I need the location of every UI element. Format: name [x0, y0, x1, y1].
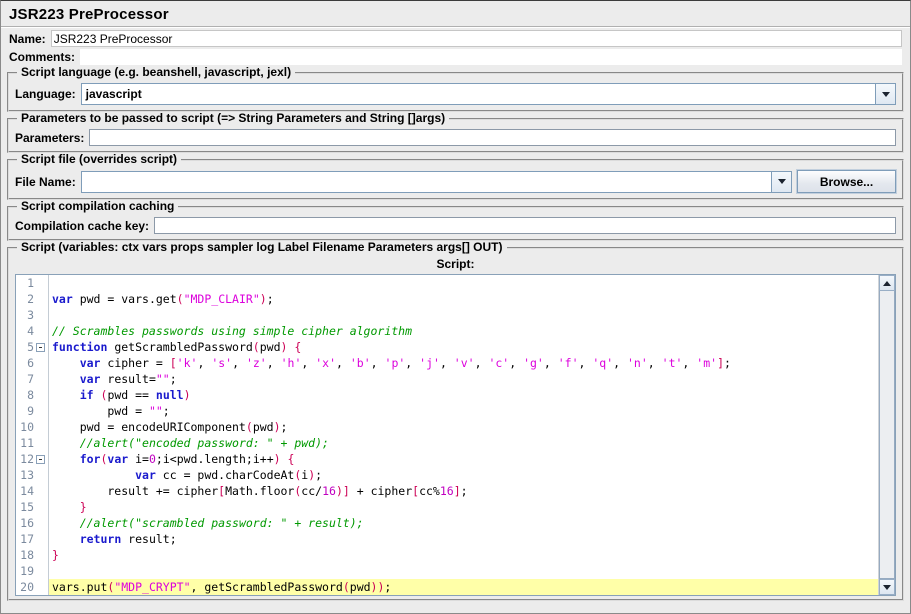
script-editor-label: Script: [12, 256, 899, 274]
script-language-group: Script language (e.g. beanshell, javascr… [7, 72, 904, 112]
code-line[interactable]: } [49, 499, 878, 515]
line-number: 5 [16, 339, 48, 355]
fold-collapse-icon[interactable] [36, 343, 45, 352]
scroll-up-button[interactable] [879, 275, 895, 291]
code-line[interactable]: // Scrambles passwords using simple ciph… [49, 323, 878, 339]
triangle-up-icon [883, 281, 891, 286]
line-number: 12 [16, 451, 48, 467]
code-line[interactable]: //alert("scrambled password: " + result)… [49, 515, 878, 531]
cache-key-label: Compilation cache key: [15, 219, 149, 233]
file-name-combobox[interactable] [81, 171, 792, 193]
chevron-down-icon [882, 92, 890, 97]
chevron-down-icon [778, 179, 786, 184]
code-line[interactable]: var cipher = ['k', 's', 'z', 'h', 'x', '… [49, 355, 878, 371]
script-file-group-title: Script file (overrides script) [17, 153, 181, 166]
language-label: Language: [15, 87, 76, 101]
comments-input[interactable] [80, 49, 902, 65]
line-number: 7 [16, 371, 48, 387]
code-line[interactable] [49, 307, 878, 323]
line-number: 10 [16, 419, 48, 435]
script-file-group: Script file (overrides script) File Name… [7, 159, 904, 200]
line-number: 6 [16, 355, 48, 371]
parameters-label: Parameters: [15, 131, 84, 145]
page-title: JSR223 PreProcessor [9, 6, 902, 23]
script-language-group-title: Script language (e.g. beanshell, javascr… [17, 66, 295, 79]
script-code-editor[interactable]: 1234567891011121314151617181920 var pwd … [15, 274, 896, 596]
code-line[interactable]: var cc = pwd.charCodeAt(i); [49, 467, 878, 483]
file-name-value [82, 172, 771, 192]
line-number: 4 [16, 323, 48, 339]
code-line[interactable]: function getScrambledPassword(pwd) { [49, 339, 878, 355]
scroll-down-button[interactable] [879, 579, 895, 595]
line-number-gutter: 1234567891011121314151617181920 [16, 275, 49, 595]
language-dropdown-button[interactable] [875, 84, 895, 104]
vertical-scrollbar[interactable] [878, 275, 895, 595]
fold-collapse-icon[interactable] [36, 455, 45, 464]
line-number: 11 [16, 435, 48, 451]
script-group: Script (variables: ctx vars props sample… [7, 247, 904, 601]
line-number: 16 [16, 515, 48, 531]
file-name-label: File Name: [15, 175, 76, 189]
code-line[interactable]: var result=""; [49, 371, 878, 387]
compilation-caching-group-title: Script compilation caching [17, 200, 178, 213]
script-group-title: Script (variables: ctx vars props sample… [17, 241, 507, 254]
code-line[interactable]: for(var i=0;i<pwd.length;i++) { [49, 451, 878, 467]
browse-button[interactable]: Browse... [797, 170, 896, 193]
line-number: 9 [16, 403, 48, 419]
line-number: 1 [16, 275, 48, 291]
name-row: Name: [1, 27, 910, 48]
line-number: 20 [16, 579, 48, 595]
line-number: 15 [16, 499, 48, 515]
code-line[interactable]: pwd = ""; [49, 403, 878, 419]
line-number: 2 [16, 291, 48, 307]
code-area[interactable]: var pwd = vars.get("MDP_CLAIR"); // Scram… [49, 275, 878, 595]
line-number: 18 [16, 547, 48, 563]
jsr223-preprocessor-panel: JSR223 PreProcessor Name: Comments: Scri… [0, 0, 911, 614]
code-line[interactable] [49, 275, 878, 291]
code-line[interactable]: vars.put("MDP_CRYPT", getScrambledPasswo… [49, 579, 878, 595]
file-name-dropdown-button[interactable] [771, 172, 791, 192]
language-selected-value: javascript [82, 84, 875, 104]
code-line[interactable]: } [49, 547, 878, 563]
code-line[interactable]: var pwd = vars.get("MDP_CLAIR"); [49, 291, 878, 307]
parameters-input[interactable] [89, 129, 896, 146]
code-line[interactable]: if (pwd == null) [49, 387, 878, 403]
code-line[interactable]: pwd = encodeURIComponent(pwd); [49, 419, 878, 435]
compilation-caching-group: Script compilation caching Compilation c… [7, 206, 904, 241]
scrollbar-thumb[interactable] [879, 291, 895, 579]
triangle-down-icon [883, 585, 891, 590]
code-line[interactable]: //alert("encoded password: " + pwd); [49, 435, 878, 451]
name-input[interactable] [51, 30, 902, 47]
code-line[interactable]: return result; [49, 531, 878, 547]
comments-label: Comments: [9, 50, 75, 64]
line-number: 8 [16, 387, 48, 403]
parameters-group: Parameters to be passed to script (=> St… [7, 118, 904, 153]
line-number: 17 [16, 531, 48, 547]
line-number: 3 [16, 307, 48, 323]
line-number: 14 [16, 483, 48, 499]
comments-row: Comments: [1, 48, 910, 66]
panel-header: JSR223 PreProcessor [1, 1, 910, 27]
code-line[interactable]: result += cipher[Math.floor(cc/16)] + ci… [49, 483, 878, 499]
name-label: Name: [9, 32, 46, 46]
line-number: 13 [16, 467, 48, 483]
cache-key-input[interactable] [154, 217, 896, 234]
code-line[interactable] [49, 563, 878, 579]
line-number: 19 [16, 563, 48, 579]
parameters-group-title: Parameters to be passed to script (=> St… [17, 112, 449, 125]
language-combobox[interactable]: javascript [81, 83, 896, 105]
